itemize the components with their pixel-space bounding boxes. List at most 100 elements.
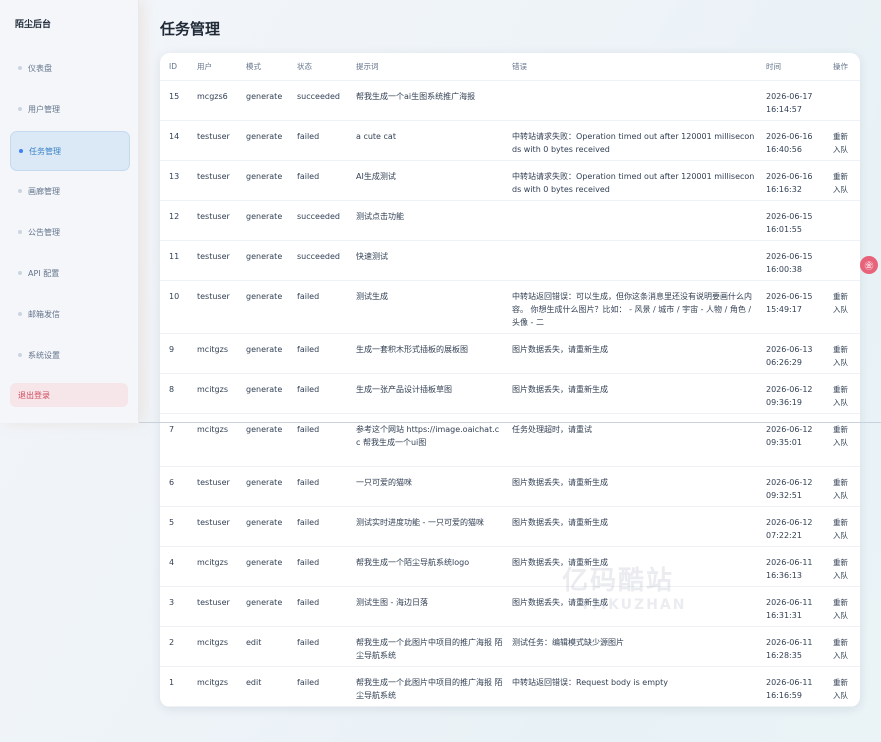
cell-id: 10 [160, 280, 188, 334]
requeue-button[interactable]: 重新入队 [833, 676, 851, 702]
cell-time: 2026-06-16 16:16:32 [757, 160, 824, 201]
cell-id: 11 [160, 240, 188, 281]
table-row: 7 mcitgzs generate failed 参考这个网站 https://ima… [160, 413, 860, 467]
column-header-action: 操作 [824, 53, 860, 81]
cell-user: mcitgzs [188, 626, 237, 667]
cell-id: 12 [160, 200, 188, 241]
cell-mode: generate [237, 240, 288, 281]
cell-time: 2026-06-16 16:40:56 [757, 120, 824, 161]
cell-error [503, 80, 757, 121]
cell-time-text: 16:01:55 [766, 224, 802, 234]
requeue-button[interactable]: 重新入队 [833, 290, 851, 316]
cell-mode: generate [237, 466, 288, 507]
cell-error [503, 240, 757, 281]
cell-user: testuser [188, 586, 237, 627]
sidebar-item-email[interactable]: 邮箱发信 [10, 295, 128, 333]
cell-error [503, 200, 757, 241]
cell-mode: generate [237, 333, 288, 374]
table-row: 1 mcitgzs edit failed 帮我生成一个此图片中项目的推广海报 陌尘导航… [160, 666, 860, 707]
cell-date-text: 2026-06-11 [766, 677, 813, 687]
cell-action [824, 240, 860, 281]
cell-status: failed [288, 413, 347, 467]
cell-status: failed [288, 280, 347, 334]
requeue-button[interactable]: 重新入队 [833, 130, 851, 156]
cell-date-text: 2026-06-16 [766, 171, 813, 181]
cell-prompt: 生成一张产品设计插板草图 [347, 373, 503, 414]
cell-prompt: 测试实时进度功能 - 一只可爱的猫咪 [347, 506, 503, 547]
column-header-error: 错误 [503, 53, 757, 81]
table-row: 9 mcitgzs generate failed 生成一套积木形式插板的展板图 图片数据… [160, 333, 860, 374]
cell-time-text: 09:36:19 [766, 397, 802, 407]
logout-button[interactable]: 退出登录 [10, 383, 128, 407]
sidebar-item-tasks[interactable]: 任务管理 [10, 131, 130, 171]
requeue-button[interactable]: 重新入队 [833, 476, 851, 502]
cell-mode: generate [237, 120, 288, 161]
cell-id: 6 [160, 466, 188, 507]
sidebar-item-settings[interactable]: 系统设置 [10, 336, 128, 374]
cell-status: failed [288, 120, 347, 161]
cell-time-text: 16:28:35 [766, 650, 802, 660]
requeue-button[interactable]: 重新入队 [833, 636, 851, 662]
sidebar-item-gallery[interactable]: 画廊管理 [10, 172, 128, 210]
requeue-button[interactable]: 重新入队 [833, 170, 851, 196]
requeue-button[interactable]: 重新入队 [833, 516, 851, 542]
sidebar-item-api-config[interactable]: API 配置 [10, 254, 128, 292]
column-header-id: ID [160, 53, 188, 81]
cell-time-text: 16:16:32 [766, 184, 802, 194]
cell-status: failed [288, 666, 347, 707]
cell-prompt: 帮我生成一个此图片中项目的推广海报 陌尘导航系统 [347, 666, 503, 707]
cell-mode: generate [237, 200, 288, 241]
cell-user: mcgzs6 [188, 80, 237, 121]
cell-time-text: 06:26:29 [766, 357, 802, 367]
requeue-button[interactable]: 重新入队 [833, 596, 851, 622]
cell-time: 2026-06-12 09:36:19 [757, 373, 824, 414]
table-row: 8 mcitgzs generate failed 生成一张产品设计插板草图 图片数据丢失… [160, 373, 860, 414]
cell-error: 图片数据丢失，请重新生成 [503, 546, 757, 587]
cell-prompt: 测试点击功能 [347, 200, 503, 241]
requeue-button[interactable]: 重新入队 [833, 423, 851, 449]
requeue-button[interactable]: 重新入队 [833, 343, 851, 369]
sidebar-item-label: 任务管理 [29, 146, 61, 156]
task-table: ID 用户 模式 状态 提示词 错误 时间 操作 15 mcgzs6 generat… [160, 53, 860, 707]
cell-prompt: 帮我生成一个ai生图系统推广海报 [347, 80, 503, 121]
cell-time: 2026-06-15 15:49:17 [757, 280, 824, 334]
cell-prompt: 快速测试 [347, 240, 503, 281]
cell-error: 中转站返回错误：Request body is empty [503, 666, 757, 707]
cell-time-text: 09:35:01 [766, 437, 802, 447]
cell-id: 9 [160, 333, 188, 374]
table-row: 15 mcgzs6 generate succeeded 帮我生成一个ai生图系统推广海… [160, 80, 860, 121]
cell-user: testuser [188, 200, 237, 241]
table-row: 12 testuser generate succeeded 测试点击功能 2026-06… [160, 200, 860, 241]
cell-id: 8 [160, 373, 188, 414]
cell-id: 14 [160, 120, 188, 161]
cell-time-text: 15:49:17 [766, 304, 802, 314]
cell-prompt: AI生成测试 [347, 160, 503, 201]
cell-action: 重新入队 [824, 373, 860, 414]
bullet-icon [18, 312, 22, 316]
bullet-icon [18, 230, 22, 234]
cell-mode: generate [237, 413, 288, 467]
sidebar-item-label: 公告管理 [28, 227, 60, 237]
requeue-button[interactable]: 重新入队 [833, 383, 851, 409]
cell-error: 图片数据丢失，请重新生成 [503, 373, 757, 414]
sidebar-item-dashboard[interactable]: 仪表盘 [10, 49, 128, 87]
cell-status: succeeded [288, 80, 347, 121]
sidebar-item-users[interactable]: 用户管理 [10, 90, 128, 128]
cell-user: mcitgzs [188, 373, 237, 414]
cell-prompt: 生成一套积木形式插板的展板图 [347, 333, 503, 374]
requeue-button[interactable]: 重新入队 [833, 556, 851, 582]
cell-date-text: 2026-06-12 [766, 384, 813, 394]
cell-mode: edit [237, 626, 288, 667]
table-row: 13 testuser generate failed AI生成测试 中转站请求失败：Op… [160, 160, 860, 201]
sidebar-item-announcements[interactable]: 公告管理 [10, 213, 128, 251]
floating-helper-icon[interactable]: ㊎ [860, 256, 878, 274]
table-row: 11 testuser generate succeeded 快速测试 2026-06-1… [160, 240, 860, 281]
cell-action: 重新入队 [824, 413, 860, 467]
cell-time: 2026-06-15 16:01:55 [757, 200, 824, 241]
sidebar-item-label: 系统设置 [28, 350, 60, 360]
cell-error: 中转站请求失败：Operation timed out after 120001… [503, 120, 757, 161]
cell-status: failed [288, 466, 347, 507]
cell-user: testuser [188, 466, 237, 507]
cell-time: 2026-06-11 16:36:13 [757, 546, 824, 587]
cell-error: 测试任务：编辑模式缺少源图片 [503, 626, 757, 667]
